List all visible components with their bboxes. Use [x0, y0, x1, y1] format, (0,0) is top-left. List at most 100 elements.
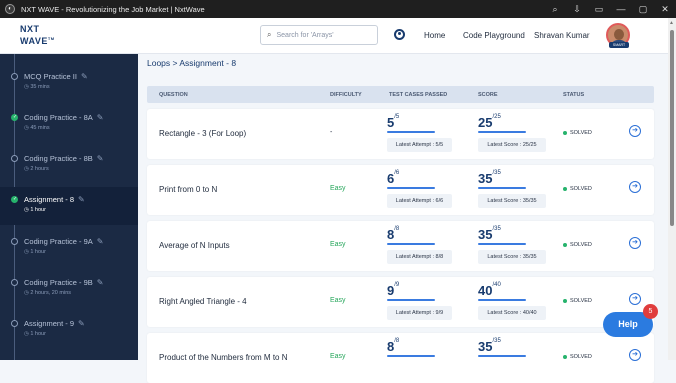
sidebar-item-duration: 2 hours [30, 166, 49, 172]
scroll-up-icon[interactable]: ▲ [669, 20, 674, 26]
col-status: STATUS [563, 92, 585, 98]
arrow-right-circle-icon[interactable]: ➔ [629, 181, 641, 193]
tc-total: /8 [394, 338, 400, 344]
edit-icon[interactable]: ✎ [97, 113, 104, 122]
score: 40/40 [478, 282, 501, 298]
logo-line-1: NXT [20, 24, 40, 34]
logo-line-2: WAVE [20, 36, 48, 46]
clock-icon: ◷ [24, 84, 29, 90]
score-value: 35 [478, 227, 493, 242]
score-progress-bar [478, 299, 526, 301]
col-question: QUESTION [159, 92, 188, 98]
difficulty: - [330, 129, 333, 136]
edit-icon[interactable]: ✎ [78, 319, 85, 328]
status-dot-icon [11, 279, 18, 286]
arrow-right-circle-icon[interactable]: ➔ [629, 237, 641, 249]
edit-icon[interactable]: ✎ [97, 154, 104, 163]
question-title[interactable]: Average of N Inputs [159, 241, 230, 250]
logo-tm: TM [47, 36, 55, 41]
difficulty: Easy [330, 353, 346, 360]
test-cases-passed: 9/9 [387, 282, 400, 298]
nav-home[interactable]: Home [424, 31, 445, 40]
test-cases-progress-bar [387, 299, 435, 301]
arrow-right-circle-icon[interactable]: ➔ [629, 293, 641, 305]
question-title[interactable]: Product of the Numbers from M to N [159, 353, 288, 362]
question-row[interactable]: Rectangle - 3 (For Loop) - 5/5 Latest At… [147, 109, 654, 159]
page-scrollbar[interactable]: ▲ [668, 18, 676, 360]
tc-total: /9 [394, 282, 400, 288]
top-nav: NXT WAVETM ⌕ Search for 'Arrays' Home Co… [0, 18, 668, 54]
sidebar-item-mcq-practice-ii[interactable]: MCQ Practice II ✎ ◷ 35 mins [0, 64, 138, 102]
question-title[interactable]: Right Angled Triangle - 4 [159, 297, 247, 306]
question-row[interactable]: Product of the Numbers from M to N Easy … [147, 333, 654, 383]
difficulty: Easy [330, 297, 346, 304]
avatar-badge: SMART [609, 42, 629, 48]
latest-score: Latest Score : 40/40 [478, 306, 546, 320]
sidebar-item-title: Coding Practice - 9A [24, 237, 93, 246]
sidebar-item-duration: 1 hour [30, 331, 46, 337]
latest-attempt: Latest Attempt : 8/8 [387, 250, 452, 264]
difficulty: Easy [330, 185, 346, 192]
sidebar-item-assignment-8[interactable]: Assignment - 8✎ ◷ 1 hour [0, 187, 138, 225]
edit-icon[interactable]: ✎ [97, 278, 104, 287]
col-difficulty: DIFFICULTY [330, 92, 362, 98]
arrow-right-circle-icon[interactable]: ➔ [629, 349, 641, 361]
difficulty: Easy [330, 241, 346, 248]
question-row[interactable]: Right Angled Triangle - 4 Easy 9/9 Lates… [147, 277, 654, 327]
score: 25/25 [478, 114, 501, 130]
streak-timer-icon[interactable] [394, 29, 405, 40]
sidebar-item-assignment-9[interactable]: Assignment - 9 ✎ ◷ 1 hour [0, 312, 138, 350]
score-total: /35 [492, 226, 501, 232]
edit-icon[interactable]: ✎ [78, 195, 85, 204]
sidebar-item-title: Assignment - 9 [24, 319, 75, 328]
test-cases-progress-bar [387, 187, 435, 189]
latest-score: Latest Score : 35/35 [478, 194, 546, 208]
test-cases-passed: 8/8 [387, 338, 400, 354]
tc-total: /5 [394, 114, 400, 120]
question-row[interactable]: Average of N Inputs Easy 8/8 Latest Atte… [147, 221, 654, 271]
score-value: 35 [478, 171, 493, 186]
sidebar-item-title: Coding Practice - 8B [24, 154, 93, 163]
latest-score: Latest Score : 35/35 [478, 250, 546, 264]
test-cases-progress-bar [387, 131, 435, 133]
screencast-icon[interactable]: ▭ [588, 4, 610, 15]
status-badge: SOLVED [563, 354, 592, 360]
score-total: /25 [492, 114, 501, 120]
sidebar-item-coding-practice-9a[interactable]: Coding Practice - 9A ✎ ◷ 1 hour [0, 230, 138, 268]
search-input[interactable]: ⌕ Search for 'Arrays' [260, 25, 378, 45]
help-notification-badge: 5 [643, 304, 658, 319]
sidebar-item-coding-practice-9b[interactable]: Coding Practice - 9B ✎ ◷ 2 hours, 20 mins [0, 271, 138, 309]
edit-icon[interactable]: ✎ [81, 72, 88, 81]
scrollbar-thumb[interactable] [670, 30, 674, 226]
breadcrumb[interactable]: Loops > Assignment - 8 [147, 58, 236, 68]
sidebar-item-coding-practice-8a[interactable]: Coding Practice - 8A ✎ ◷ 45 mins [0, 106, 138, 144]
nxtwave-logo[interactable]: NXT WAVETM [20, 24, 55, 46]
status-dot-icon [11, 320, 18, 327]
status-dot-icon [11, 73, 18, 80]
arrow-right-circle-icon[interactable]: ➔ [629, 125, 641, 137]
edit-icon[interactable]: ✎ [97, 237, 104, 246]
table-header: QUESTION DIFFICULTY TEST CASES PASSED SC… [147, 86, 654, 103]
status-badge: SOLVED [563, 298, 592, 304]
score-value: 25 [478, 115, 493, 130]
latest-attempt: Latest Attempt : 6/6 [387, 194, 452, 208]
clock-icon: ◷ [24, 125, 29, 131]
minimize-button[interactable]: — [610, 4, 632, 14]
score-value: 35 [478, 339, 493, 354]
zoom-icon[interactable]: ⌕ [544, 4, 566, 15]
close-button[interactable]: ✕ [654, 4, 676, 15]
maximize-button[interactable]: ▢ [632, 4, 654, 15]
question-title[interactable]: Print from 0 to N [159, 185, 217, 194]
search-placeholder: Search for 'Arrays' [276, 31, 334, 39]
sidebar-item-title: MCQ Practice II [24, 72, 77, 81]
download-icon[interactable]: ⇩ [566, 4, 588, 15]
sidebar-item-title: Assignment - 8 [24, 195, 75, 204]
question-title[interactable]: Rectangle - 3 (For Loop) [159, 129, 246, 138]
question-row[interactable]: Print from 0 to N Easy 6/6 Latest Attemp… [147, 165, 654, 215]
nav-code-playground[interactable]: Code Playground [463, 31, 525, 40]
tc-total: /8 [394, 226, 400, 232]
score-progress-bar [478, 355, 526, 357]
sidebar-item-coding-practice-8b[interactable]: Coding Practice - 8B ✎ ◷ 2 hours [0, 147, 138, 185]
latest-attempt: Latest Attempt : 9/9 [387, 306, 452, 320]
user-name[interactable]: Shravan Kumar [534, 31, 590, 40]
